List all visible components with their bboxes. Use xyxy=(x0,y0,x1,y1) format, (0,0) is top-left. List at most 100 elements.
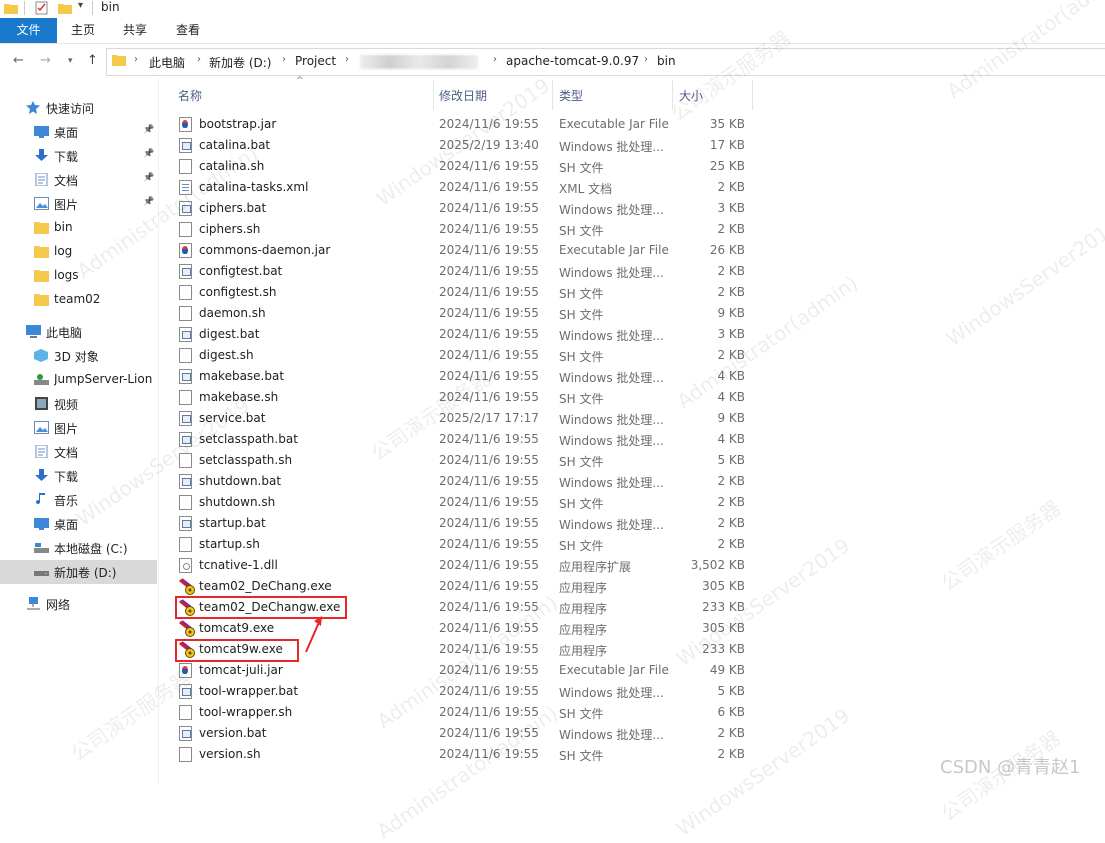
breadcrumb-project[interactable]: Project xyxy=(295,54,336,68)
file-name: version.sh xyxy=(199,747,261,761)
sidebar-item-pinned[interactable]: 文档 📌 xyxy=(0,168,157,192)
sidebar-item-label: 桌面 xyxy=(54,518,79,532)
file-row[interactable]: catalina.sh 2024/11/6 19:55 SH 文件 25 KB xyxy=(170,156,753,177)
column-divider[interactable] xyxy=(752,80,753,110)
folder-icon xyxy=(112,53,126,70)
column-header-name[interactable]: 名称 xyxy=(178,87,202,104)
jar-file-icon xyxy=(179,663,192,678)
forward-icon[interactable]: → xyxy=(40,53,51,68)
file-date: 2024/11/6 19:55 xyxy=(439,201,539,215)
file-type: Executable Jar File xyxy=(559,243,669,257)
sidebar-item-pc[interactable]: 文档 xyxy=(0,440,157,464)
file-row[interactable]: configtest.sh 2024/11/6 19:55 SH 文件 2 KB xyxy=(170,282,753,303)
file-row[interactable]: digest.sh 2024/11/6 19:55 SH 文件 2 KB xyxy=(170,345,753,366)
file-row[interactable]: startup.sh 2024/11/6 19:55 SH 文件 2 KB xyxy=(170,534,753,555)
pane-divider[interactable] xyxy=(158,78,159,785)
sidebar-item-folder[interactable]: log xyxy=(0,240,157,264)
file-row[interactable]: shutdown.sh 2024/11/6 19:55 SH 文件 2 KB xyxy=(170,492,753,513)
sidebar-item-pc[interactable]: 本地磁盘 (C:) xyxy=(0,536,157,560)
file-row[interactable]: version.sh 2024/11/6 19:55 SH 文件 2 KB xyxy=(170,744,753,765)
file-row[interactable]: ciphers.sh 2024/11/6 19:55 SH 文件 2 KB xyxy=(170,219,753,240)
sidebar-item-pinned[interactable]: 桌面 📌 xyxy=(0,120,157,144)
chevron-right-icon[interactable]: › xyxy=(134,54,138,65)
file-row[interactable]: team02_DeChang.exe 2024/11/6 19:55 应用程序 305… xyxy=(170,576,753,597)
file-type: Executable Jar File xyxy=(559,117,669,131)
breadcrumb-drive-d[interactable]: 新加卷 (D:) xyxy=(209,54,271,71)
breadcrumb-this-pc[interactable]: 此电脑 xyxy=(149,54,185,71)
file-row[interactable]: ciphers.bat 2024/11/6 19:55 Windows 批处理...… xyxy=(170,198,753,219)
drive-icon xyxy=(34,565,49,578)
column-header-date[interactable]: 修改日期 xyxy=(439,87,487,104)
file-row[interactable]: setclasspath.bat 2024/11/6 19:55 Windows 批… xyxy=(170,429,753,450)
recent-locations-icon[interactable]: ▾ xyxy=(68,56,73,66)
chevron-right-icon[interactable]: › xyxy=(644,54,648,65)
file-name: version.bat xyxy=(199,726,267,740)
tab-view[interactable]: 查看 xyxy=(165,18,211,43)
file-row[interactable]: tomcat-juli.jar 2024/11/6 19:55 Executable… xyxy=(170,660,753,681)
file-row[interactable]: configtest.bat 2024/11/6 19:55 Windows 批处理… xyxy=(170,261,753,282)
breadcrumb-bin[interactable]: bin xyxy=(657,54,676,68)
file-row[interactable]: shutdown.bat 2024/11/6 19:55 Windows 批处理..… xyxy=(170,471,753,492)
sidebar-item-pinned[interactable]: 下载 📌 xyxy=(0,144,157,168)
file-name: tomcat9.exe xyxy=(199,621,275,635)
file-row[interactable]: makebase.bat 2024/11/6 19:55 Windows 批处理..… xyxy=(170,366,753,387)
sidebar-item-pc[interactable]: JumpServer-Lion . xyxy=(0,368,157,392)
column-divider[interactable] xyxy=(672,80,673,110)
bat-file-icon xyxy=(179,726,192,741)
file-date: 2024/11/6 19:55 xyxy=(439,306,539,320)
file-type: Windows 批处理... xyxy=(559,518,664,532)
column-divider[interactable] xyxy=(433,80,434,110)
column-header-type[interactable]: 类型 xyxy=(559,87,583,104)
sidebar-item-pc[interactable]: 音乐 xyxy=(0,488,157,512)
tab-share[interactable]: 共享 xyxy=(112,18,158,43)
sidebar-item-folder[interactable]: team02 xyxy=(0,288,157,312)
chevron-right-icon[interactable]: › xyxy=(197,54,201,65)
file-row[interactable]: daemon.sh 2024/11/6 19:55 SH 文件 9 KB xyxy=(170,303,753,324)
file-row[interactable]: bootstrap.jar 2024/11/6 19:55 Executable J… xyxy=(170,114,753,135)
file-row[interactable]: catalina.bat 2025/2/19 13:40 Windows 批处理..… xyxy=(170,135,753,156)
file-row[interactable]: version.bat 2024/11/6 19:55 Windows 批处理...… xyxy=(170,723,753,744)
chevron-right-icon[interactable]: › xyxy=(345,54,349,65)
properties-icon[interactable] xyxy=(35,1,49,15)
up-icon[interactable]: ↑ xyxy=(87,53,98,68)
customize-toolbar-icon[interactable]: ▾ xyxy=(78,0,92,14)
file-row[interactable]: catalina-tasks.xml 2024/11/6 19:55 XML 文档 2… xyxy=(170,177,753,198)
file-row[interactable]: digest.bat 2024/11/6 19:55 Windows 批处理... 3… xyxy=(170,324,753,345)
file-row[interactable]: tcnative-1.dll 2024/11/6 19:55 应用程序扩展 3,502… xyxy=(170,555,753,576)
file-row[interactable]: startup.bat 2024/11/6 19:55 Windows 批处理...… xyxy=(170,513,753,534)
file-row[interactable]: makebase.sh 2024/11/6 19:55 SH 文件 4 KB xyxy=(170,387,753,408)
sidebar-item-label: 文档 xyxy=(54,174,79,188)
column-divider[interactable] xyxy=(552,80,553,110)
title-bar: ▾ bin xyxy=(0,0,1105,18)
sidebar-item-pinned[interactable]: 图片 📌 xyxy=(0,192,157,216)
column-header-size[interactable]: 大小 xyxy=(679,87,703,104)
new-folder-icon[interactable] xyxy=(58,1,72,15)
tab-home[interactable]: 主页 xyxy=(60,18,106,43)
sidebar-item-folder[interactable]: bin xyxy=(0,216,157,240)
file-row[interactable]: commons-daemon.jar 2024/11/6 19:55 Executa… xyxy=(170,240,753,261)
sidebar-item-pc[interactable]: 视频 xyxy=(0,392,157,416)
sidebar-item-pc[interactable]: 新加卷 (D:) xyxy=(0,560,157,584)
file-type: SH 文件 xyxy=(559,224,604,238)
sidebar-item-pc[interactable]: 桌面 xyxy=(0,512,157,536)
file-row[interactable]: setclasspath.sh 2024/11/6 19:55 SH 文件 5 KB xyxy=(170,450,753,471)
back-icon[interactable]: ← xyxy=(13,53,24,68)
chevron-right-icon[interactable]: › xyxy=(493,54,497,65)
sidebar-item-pc[interactable]: 下载 xyxy=(0,464,157,488)
chevron-right-icon[interactable]: › xyxy=(282,54,286,65)
file-size: 4 KB xyxy=(717,369,745,383)
file-row[interactable]: service.bat 2025/2/17 17:17 Windows 批处理...… xyxy=(170,408,753,429)
file-type: Windows 批处理... xyxy=(559,686,664,700)
file-row[interactable]: tool-wrapper.bat 2024/11/6 19:55 Windows 批… xyxy=(170,681,753,702)
sidebar-item-quick-access[interactable]: 快速访问 xyxy=(0,96,157,120)
sidebar-item-network[interactable]: 网络 xyxy=(0,592,157,616)
tab-file[interactable]: 文件 xyxy=(0,18,57,43)
file-row[interactable]: tool-wrapper.sh 2024/11/6 19:55 SH 文件 6 KB xyxy=(170,702,753,723)
sidebar-item-pc[interactable]: 3D 对象 xyxy=(0,344,157,368)
sidebar-item-pc[interactable]: 图片 xyxy=(0,416,157,440)
file-date: 2024/11/6 19:55 xyxy=(439,579,539,593)
file-row[interactable]: tomcat9.exe 2024/11/6 19:55 应用程序 305 KB xyxy=(170,618,753,639)
breadcrumb-tomcat[interactable]: apache-tomcat-9.0.97 xyxy=(506,54,639,68)
sidebar-item-this-pc[interactable]: 此电脑 xyxy=(0,320,157,344)
sidebar-item-folder[interactable]: logs xyxy=(0,264,157,288)
